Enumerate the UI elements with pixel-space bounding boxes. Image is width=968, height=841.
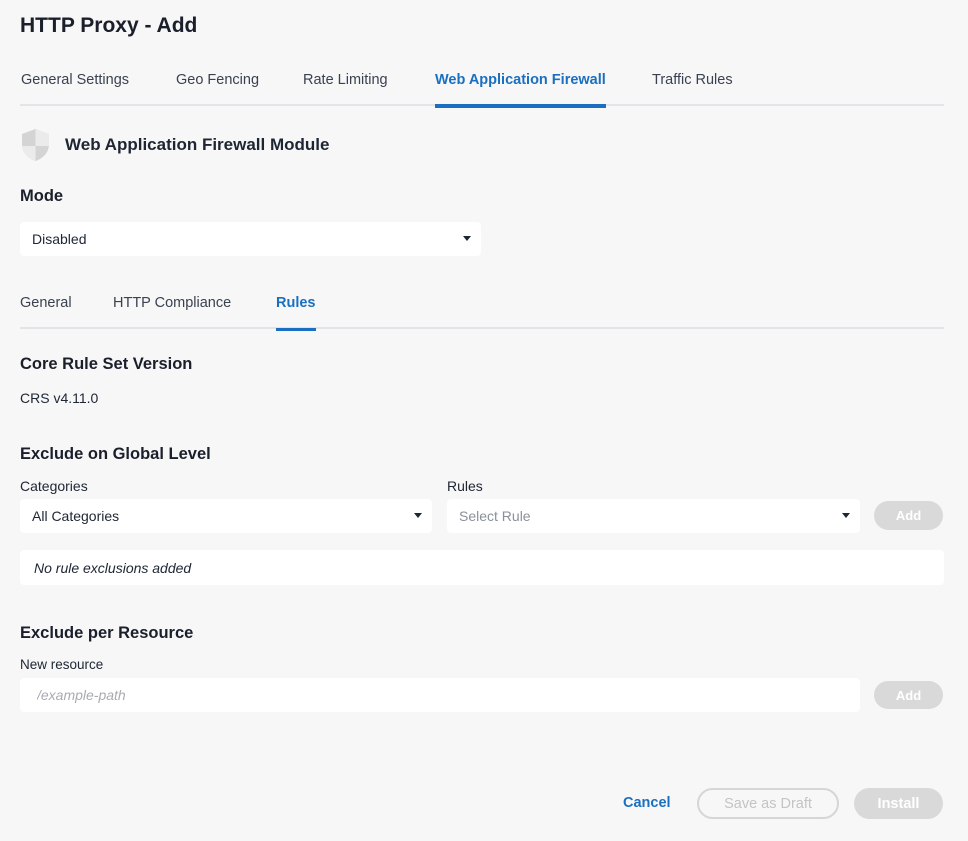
exclude-global-heading: Exclude on Global Level	[20, 445, 211, 463]
caret-down-icon	[414, 513, 422, 518]
subtab-http-compliance[interactable]: HTTP Compliance	[113, 295, 231, 329]
module-header: Web Application Firewall Module	[20, 128, 329, 162]
new-resource-label: New resource	[20, 657, 104, 672]
main-tabs: General Settings Geo Fencing Rate Limiti…	[20, 60, 944, 108]
caret-down-icon	[463, 236, 471, 241]
core-rule-set-heading: Core Rule Set Version	[20, 355, 193, 373]
tab-traffic-rules[interactable]: Traffic Rules	[652, 72, 733, 106]
rule-exclusions-empty-state: No rule exclusions added	[20, 550, 944, 585]
tab-rate-limiting[interactable]: Rate Limiting	[303, 72, 388, 106]
rules-select[interactable]: Select Rule	[447, 499, 860, 533]
shield-icon	[20, 128, 51, 162]
http-proxy-add-page: HTTP Proxy - Add General Settings Geo Fe…	[0, 0, 968, 841]
mode-label: Mode	[20, 187, 64, 205]
categories-select[interactable]: All Categories	[20, 499, 432, 533]
tab-web-application-firewall[interactable]: Web Application Firewall	[435, 72, 606, 108]
caret-down-icon	[842, 513, 850, 518]
categories-label: Categories	[20, 478, 88, 494]
tab-general-settings[interactable]: General Settings	[21, 72, 129, 106]
cancel-button[interactable]: Cancel	[623, 795, 671, 811]
exclude-resource-heading: Exclude per Resource	[20, 624, 194, 642]
install-button[interactable]: Install	[854, 788, 943, 819]
waf-subtabs: General HTTP Compliance Rules	[20, 284, 944, 331]
tab-geo-fencing[interactable]: Geo Fencing	[176, 72, 259, 106]
categories-select-value: All Categories	[32, 508, 120, 524]
empty-state-text: No rule exclusions added	[34, 559, 192, 576]
add-resource-button[interactable]: Add	[874, 681, 943, 709]
add-rule-exclusion-button[interactable]: Add	[874, 501, 943, 530]
page-title: HTTP Proxy - Add	[20, 14, 198, 37]
module-title: Web Application Firewall Module	[65, 135, 330, 154]
subtab-general[interactable]: General	[20, 295, 72, 329]
mode-select-value: Disabled	[32, 231, 87, 247]
mode-select[interactable]: Disabled	[20, 222, 481, 256]
save-as-draft-button[interactable]: Save as Draft	[697, 788, 839, 819]
rules-select-placeholder: Select Rule	[459, 508, 531, 524]
subtab-rules[interactable]: Rules	[276, 295, 316, 331]
new-resource-input[interactable]	[20, 678, 860, 712]
core-rule-set-value: CRS v4.11.0	[20, 390, 99, 406]
rules-label: Rules	[447, 478, 483, 494]
